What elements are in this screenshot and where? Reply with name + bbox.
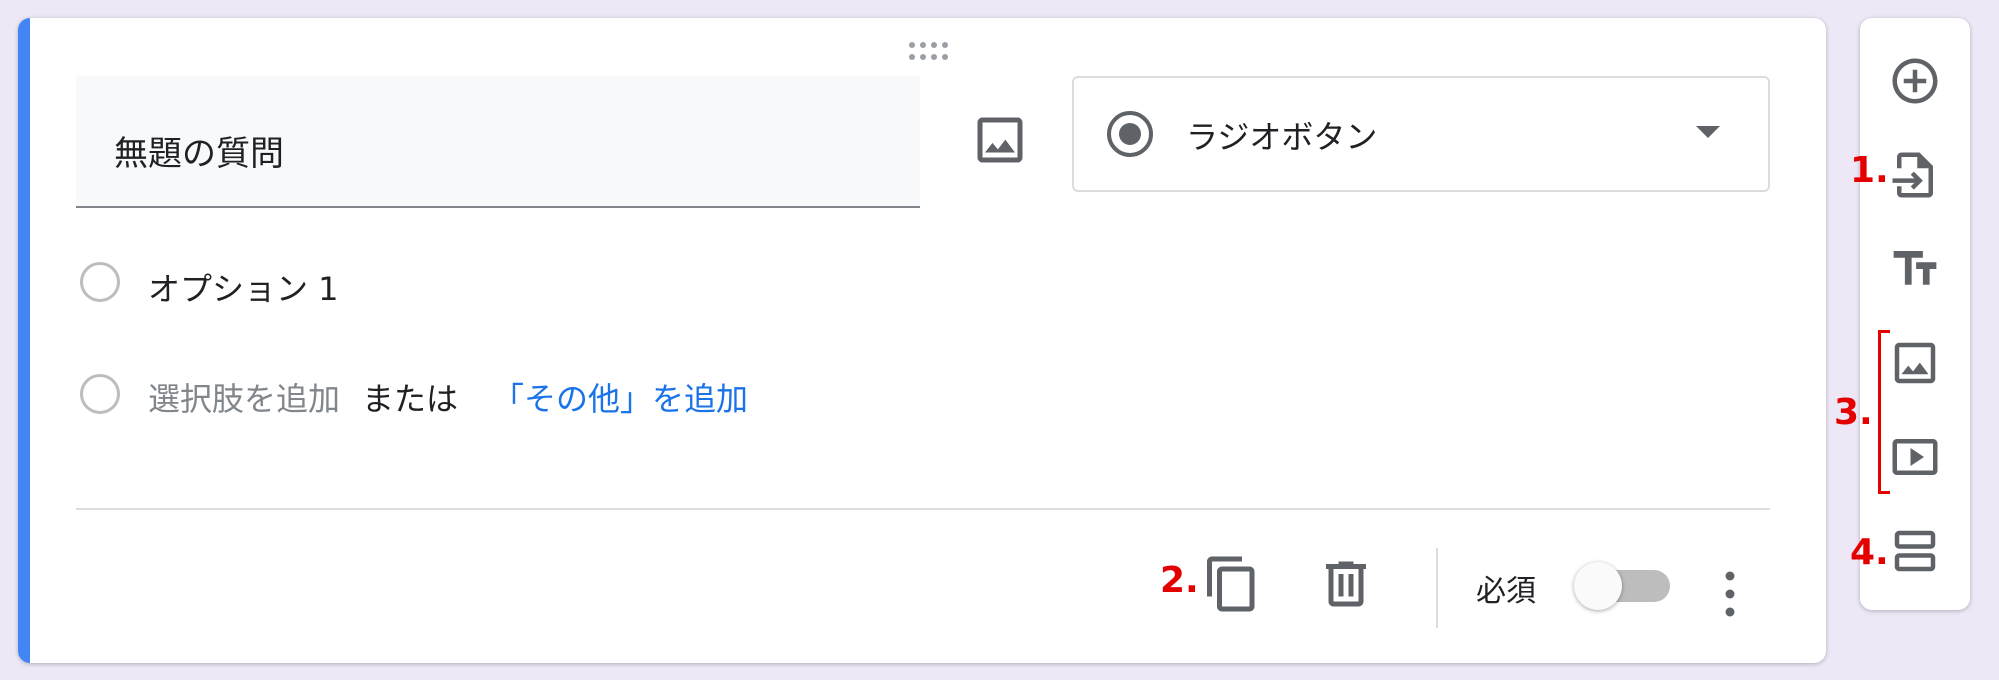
image-icon	[1894, 342, 1936, 384]
question-card: 無題の質問 ラジオボタン オプション 1 選択肢を追加 または 「その他」を追加	[18, 18, 1826, 663]
delete-button[interactable]	[1316, 554, 1376, 614]
add-option-radio-icon	[80, 374, 120, 414]
annotation-1: 1.	[1850, 150, 1889, 191]
required-label: 必須	[1476, 574, 1536, 609]
title-text-icon	[1893, 251, 1937, 285]
add-title-button[interactable]	[1880, 238, 1950, 300]
card-accent-bar	[18, 18, 30, 663]
annotation-3-bracket	[1878, 330, 1890, 494]
required-toggle-thumb[interactable]	[1574, 562, 1622, 610]
question-type-label: ラジオボタン	[1186, 118, 1378, 156]
import-question-icon	[1892, 152, 1933, 198]
annotation-3: 3.	[1834, 392, 1873, 433]
add-video-button[interactable]	[1880, 426, 1950, 488]
question-title[interactable]: 無題の質問	[114, 126, 284, 175]
question-type-dropdown[interactable]: ラジオボタン	[1072, 76, 1770, 192]
import-questions-button[interactable]	[1880, 144, 1950, 206]
annotation-4: 4.	[1850, 532, 1889, 573]
footer-separator	[1436, 548, 1438, 628]
add-option-link[interactable]: 選択肢を追加	[148, 374, 340, 420]
add-section-button[interactable]	[1880, 520, 1950, 582]
drag-handle-icon[interactable]	[906, 36, 950, 66]
option-label[interactable]: オプション 1	[148, 264, 339, 310]
add-other-link[interactable]: 「その他」を追加	[492, 374, 748, 420]
divider	[76, 508, 1770, 510]
section-icon	[1894, 530, 1936, 572]
option-radio-icon	[80, 262, 120, 302]
question-title-field[interactable]: 無題の質問	[76, 76, 920, 208]
more-options-button[interactable]	[1712, 566, 1748, 622]
add-image-tool-button[interactable]	[1880, 332, 1950, 394]
more-vert-icon	[1725, 571, 1735, 617]
side-toolbar	[1860, 18, 1970, 610]
annotation-2: 2.	[1160, 560, 1199, 601]
radio-checked-icon	[1104, 108, 1156, 160]
or-label: または	[362, 380, 459, 418]
add-circle-icon	[1892, 58, 1938, 104]
add-image-button[interactable]	[970, 110, 1030, 170]
copy-icon	[1207, 556, 1255, 612]
duplicate-button[interactable]	[1202, 554, 1262, 614]
video-icon	[1892, 439, 1938, 475]
trash-icon	[1326, 561, 1366, 607]
image-icon	[977, 117, 1023, 163]
chevron-down-icon	[1694, 124, 1722, 140]
add-question-button[interactable]	[1880, 50, 1950, 112]
